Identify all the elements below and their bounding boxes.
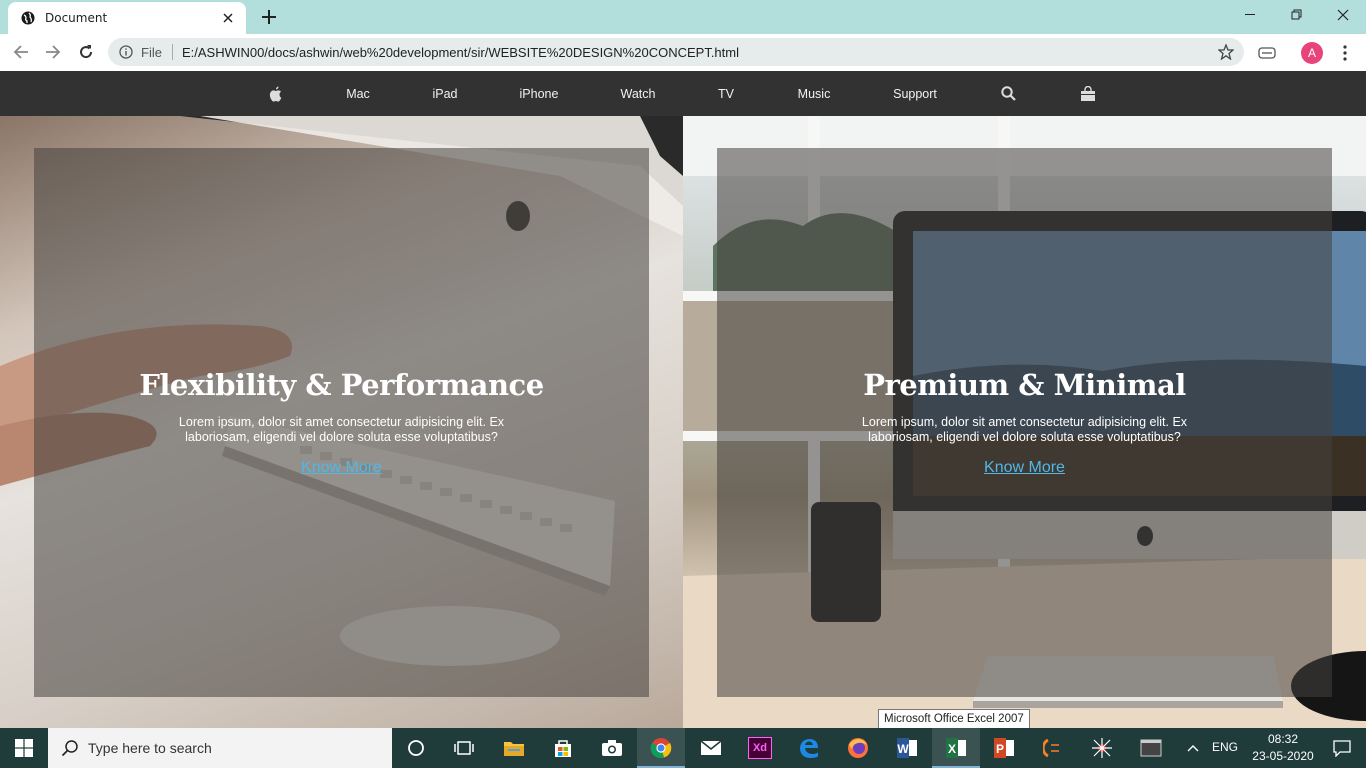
language-indicator[interactable]: ENG <box>1212 740 1238 754</box>
browser-tab[interactable]: Document <box>8 2 246 34</box>
nav-item-music[interactable]: Music <box>784 71 844 116</box>
camera-icon[interactable] <box>588 728 636 768</box>
chrome-icon[interactable] <box>637 728 685 768</box>
forward-button[interactable] <box>41 40 65 64</box>
store-icon[interactable] <box>539 728 587 768</box>
hero-panel-left: Flexibility & Performance Lorem ipsum, d… <box>0 116 683 728</box>
know-more-link-left[interactable]: Know More <box>301 459 382 477</box>
tray-overflow-chevron-icon[interactable] <box>1180 728 1206 768</box>
apple-logo-icon[interactable] <box>262 71 290 116</box>
terminal-icon[interactable] <box>1127 728 1175 768</box>
browser-toolbar: File E:/ASHWIN00/docs/ashwin/web%20devel… <box>0 34 1366 70</box>
info-icon[interactable] <box>119 45 133 59</box>
back-button[interactable] <box>9 40 33 64</box>
minimize-button[interactable] <box>1228 0 1274 30</box>
nav-item-support[interactable]: Support <box>882 71 948 116</box>
clock-date[interactable]: 23-05-2020 <box>1248 749 1318 763</box>
know-more-link-right[interactable]: Know More <box>984 459 1065 477</box>
menu-kebab-icon[interactable] <box>1334 42 1356 64</box>
notification-center-icon[interactable] <box>1318 728 1366 768</box>
word-icon[interactable]: W <box>883 728 931 768</box>
file-explorer-icon[interactable] <box>490 728 538 768</box>
excel-icon[interactable]: X <box>932 728 980 768</box>
task-view-icon[interactable] <box>440 728 488 768</box>
hero-title-right: Premium & Minimal <box>863 368 1186 402</box>
spider-icon[interactable] <box>1078 728 1126 768</box>
powerpoint-icon[interactable]: P <box>980 728 1028 768</box>
bookmark-star-icon[interactable] <box>1218 44 1234 60</box>
adobe-xd-icon[interactable]: Xd <box>736 728 784 768</box>
nav-item-iphone[interactable]: iPhone <box>509 71 569 116</box>
windows-taskbar: Type here to search Xd W X P ENG 08:32 2… <box>0 728 1366 768</box>
hero-card-left: Flexibility & Performance Lorem ipsum, d… <box>34 148 649 697</box>
shopping-bag-icon[interactable] <box>1076 71 1100 116</box>
restore-button[interactable] <box>1274 0 1320 30</box>
reload-button[interactable] <box>74 40 98 64</box>
start-button[interactable] <box>0 728 48 768</box>
close-tab-icon[interactable] <box>220 10 236 26</box>
hero-card-right: Premium & Minimal Lorem ipsum, dolor sit… <box>717 148 1332 697</box>
cortana-icon[interactable] <box>392 728 440 768</box>
search-placeholder: Type here to search <box>88 740 212 756</box>
hero-title-left: Flexibility & Performance <box>139 368 544 402</box>
nav-item-tv[interactable]: TV <box>706 71 746 116</box>
search-magnifier-icon <box>61 739 79 757</box>
url-text[interactable]: E:/ASHWIN00/docs/ashwin/web%20developmen… <box>182 45 1218 60</box>
taskbar-search-box[interactable]: Type here to search <box>48 728 392 768</box>
xd-label: Xd <box>748 737 772 759</box>
nav-item-watch[interactable]: Watch <box>608 71 668 116</box>
clock-time[interactable]: 08:32 <box>1263 732 1303 746</box>
site-navbar: Mac iPad iPhone Watch TV Music Support <box>0 71 1366 116</box>
firefox-icon[interactable] <box>834 728 882 768</box>
svg-text:P: P <box>996 742 1004 756</box>
close-window-button[interactable] <box>1320 0 1366 30</box>
edge-icon[interactable] <box>785 728 833 768</box>
mail-icon[interactable] <box>687 728 735 768</box>
browser-tab-strip: Document <box>0 0 1366 34</box>
nav-item-mac[interactable]: Mac <box>330 71 386 116</box>
svg-text:X: X <box>948 742 956 756</box>
eclipse-icon[interactable] <box>1029 728 1077 768</box>
search-icon[interactable] <box>996 71 1020 116</box>
new-tab-button[interactable] <box>259 7 279 27</box>
profile-avatar[interactable]: A <box>1301 42 1323 64</box>
tab-title: Document <box>45 11 108 25</box>
address-divider <box>171 44 173 60</box>
nav-item-ipad[interactable]: iPad <box>417 71 473 116</box>
address-bar[interactable]: File E:/ASHWIN00/docs/ashwin/web%20devel… <box>108 38 1244 66</box>
taskbar-tooltip: Microsoft Office Excel 2007 <box>878 709 1030 729</box>
extension-icon[interactable] <box>1256 42 1278 64</box>
file-scheme-chip: File <box>141 44 162 60</box>
globe-icon <box>21 11 35 25</box>
svg-text:W: W <box>897 742 909 756</box>
hero-body-right: Lorem ipsum, dolor sit amet consectetur … <box>861 415 1188 444</box>
hero-panel-right: Premium & Minimal Lorem ipsum, dolor sit… <box>683 116 1366 728</box>
hero-body-left: Lorem ipsum, dolor sit amet consectetur … <box>178 415 505 444</box>
